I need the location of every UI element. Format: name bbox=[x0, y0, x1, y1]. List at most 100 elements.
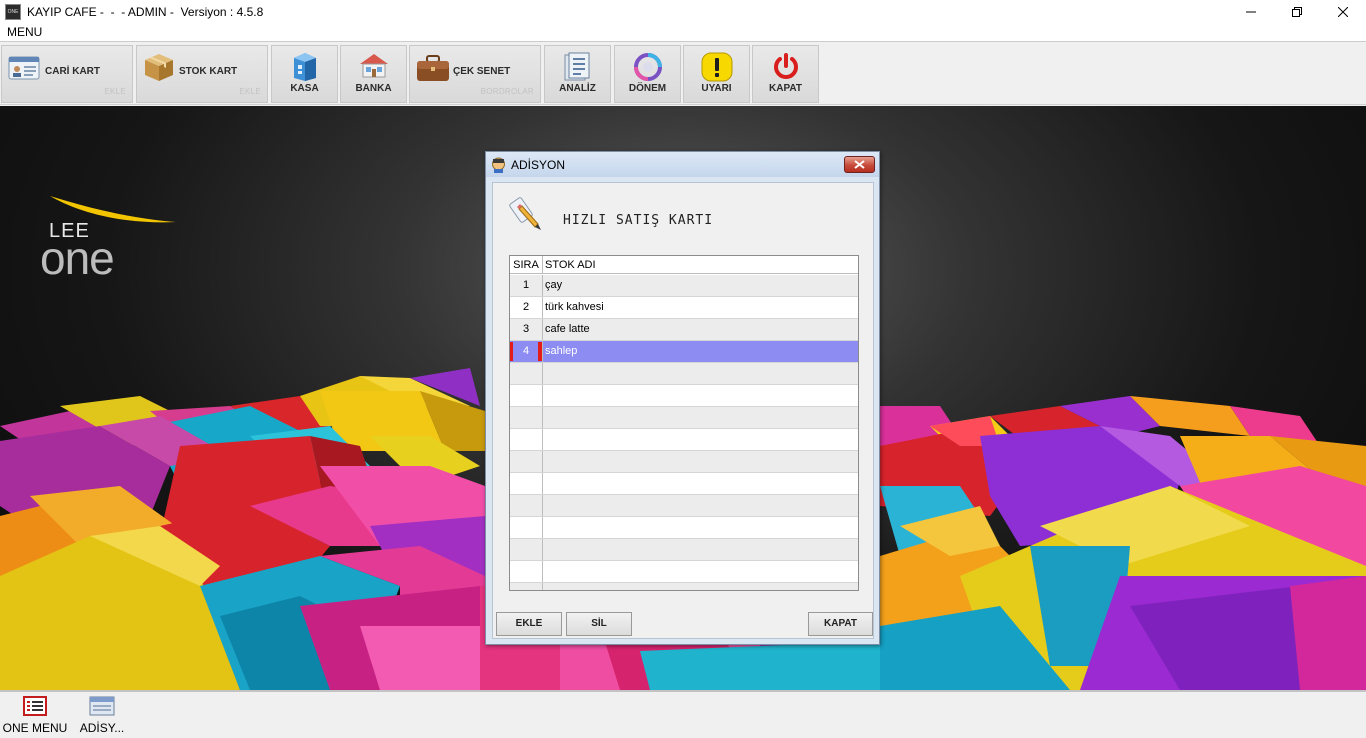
contact-card-icon bbox=[8, 56, 40, 80]
donem-label: DÖNEM bbox=[628, 83, 667, 94]
kasa-button[interactable]: KASA bbox=[271, 45, 338, 103]
row-sira bbox=[510, 539, 543, 560]
row-sira bbox=[510, 561, 543, 582]
empty-row[interactable] bbox=[510, 473, 858, 495]
row-sira: 1 bbox=[510, 275, 543, 296]
report-icon bbox=[564, 52, 589, 81]
one-menu-label: ONE MENU bbox=[2, 721, 68, 735]
briefcase-icon bbox=[417, 55, 449, 81]
dialog-title: ADİSYON bbox=[511, 158, 566, 172]
window-controls bbox=[1228, 0, 1366, 24]
empty-row[interactable] bbox=[510, 451, 858, 473]
column-header-sira[interactable]: SIRA bbox=[510, 256, 543, 274]
window-titlebar: ONE KAYIP CAFE - - - ADMIN - Versiyon : … bbox=[0, 0, 1366, 24]
row-sira bbox=[510, 451, 543, 472]
stock-grid[interactable]: SIRA STOK ADI 1 çay 2 türk kahvesi 3 caf… bbox=[509, 255, 859, 591]
row-sira bbox=[510, 583, 543, 590]
empty-row[interactable] bbox=[510, 517, 858, 539]
adisyon-launcher[interactable]: ADİSY... bbox=[76, 696, 128, 735]
empty-row[interactable] bbox=[510, 429, 858, 451]
cari-kart-sub: EKLE bbox=[104, 87, 126, 96]
window-title: KAYIP CAFE - - - ADMIN - Versiyon : 4.5.… bbox=[27, 5, 264, 19]
power-icon bbox=[773, 53, 798, 79]
close-window-button[interactable] bbox=[1320, 0, 1366, 24]
warning-icon bbox=[701, 52, 732, 82]
donem-button[interactable]: DÖNEM bbox=[614, 45, 681, 103]
empty-row[interactable] bbox=[510, 385, 858, 407]
analiz-button[interactable]: ANALİZ bbox=[544, 45, 611, 103]
cek-senet-sub: BORDROLAR bbox=[480, 87, 534, 96]
empty-row[interactable] bbox=[510, 583, 858, 590]
cari-kart-button[interactable]: CARİ KART EKLE bbox=[1, 45, 133, 103]
dialog-heading: HIZLI SATIŞ KARTI bbox=[563, 213, 714, 228]
table-row-selected[interactable]: 4 sahlep bbox=[510, 341, 858, 363]
stok-kart-button[interactable]: STOK KART EKLE bbox=[136, 45, 268, 103]
table-row[interactable]: 3 cafe latte bbox=[510, 319, 858, 341]
logo-one-text: one bbox=[40, 232, 115, 284]
restore-button[interactable] bbox=[1274, 0, 1320, 24]
row-sira bbox=[510, 407, 543, 428]
period-cycle-icon bbox=[633, 53, 662, 81]
row-sira bbox=[510, 473, 543, 494]
minimize-button[interactable] bbox=[1228, 0, 1274, 24]
kapat-button[interactable]: KAPAT bbox=[752, 45, 819, 103]
analiz-label: ANALİZ bbox=[559, 83, 596, 94]
cek-senet-button[interactable]: ÇEK SENET BORDROLAR bbox=[409, 45, 541, 103]
app-icon: ONE bbox=[5, 4, 21, 20]
uyari-button[interactable]: UYARI bbox=[683, 45, 750, 103]
stok-kart-sub: EKLE bbox=[239, 87, 261, 96]
cek-senet-label: ÇEK SENET bbox=[453, 66, 511, 77]
row-sira bbox=[510, 363, 543, 384]
banka-button[interactable]: BANKA bbox=[340, 45, 407, 103]
cash-register-icon bbox=[293, 53, 316, 81]
close-icon bbox=[1338, 7, 1348, 17]
cari-kart-label: CARİ KART bbox=[45, 66, 100, 77]
empty-row[interactable] bbox=[510, 407, 858, 429]
empty-row[interactable] bbox=[510, 539, 858, 561]
banka-label: BANKA bbox=[355, 83, 392, 94]
table-row[interactable]: 1 çay bbox=[510, 275, 858, 297]
row-stok-adi: cafe latte bbox=[545, 323, 590, 335]
row-sira bbox=[510, 385, 543, 406]
restore-icon bbox=[1292, 7, 1302, 17]
close-icon bbox=[854, 160, 865, 169]
window-icon bbox=[89, 696, 115, 716]
row-sira bbox=[510, 429, 543, 450]
row-sira: 3 bbox=[510, 319, 543, 340]
row-sira bbox=[510, 495, 543, 516]
row-sira: 2 bbox=[510, 297, 543, 318]
row-stok-adi: türk kahvesi bbox=[545, 301, 604, 313]
menu-item-menu[interactable]: MENU bbox=[7, 25, 42, 39]
empty-row[interactable] bbox=[510, 561, 858, 583]
grid-header: SIRA STOK ADI bbox=[510, 256, 858, 274]
dialog-content: HIZLI SATIŞ KARTI SIRA STOK ADI 1 çay 2 … bbox=[492, 182, 874, 639]
uyari-label: UYARI bbox=[701, 83, 732, 94]
minimize-icon bbox=[1246, 11, 1256, 13]
selection-marker bbox=[538, 342, 542, 361]
column-header-stok-adi[interactable]: STOK ADI bbox=[545, 256, 596, 274]
dialog-titlebar[interactable]: ADİSYON bbox=[486, 152, 879, 177]
pencil-icon bbox=[509, 197, 541, 230]
box-icon bbox=[145, 54, 173, 81]
adisyon-dialog: ADİSYON HIZLI SATIŞ KARTI SIRA STOK ADI … bbox=[485, 151, 880, 645]
adisyon-launcher-label: ADİSY... bbox=[79, 721, 125, 735]
stok-kart-label: STOK KART bbox=[179, 66, 238, 77]
menu-bar: MENU bbox=[0, 24, 1366, 42]
row-stok-adi: çay bbox=[545, 279, 563, 291]
menu-list-icon bbox=[23, 696, 47, 716]
empty-row[interactable] bbox=[510, 495, 858, 517]
ekle-button[interactable]: EKLE bbox=[496, 612, 562, 636]
row-sira bbox=[510, 517, 543, 538]
kasa-label: KASA bbox=[290, 83, 319, 94]
dialog-kapat-button[interactable]: KAPAT bbox=[808, 612, 873, 636]
main-toolbar: CARİ KART EKLE STOK KART EKLE KASA BANKA… bbox=[0, 43, 1366, 105]
empty-row[interactable] bbox=[510, 363, 858, 385]
sil-button[interactable]: SİL bbox=[566, 612, 632, 636]
dialog-close-button[interactable] bbox=[844, 156, 875, 173]
one-menu-launcher[interactable]: ONE MENU bbox=[2, 696, 68, 735]
table-row[interactable]: 2 türk kahvesi bbox=[510, 297, 858, 319]
adisyon-icon bbox=[492, 157, 505, 173]
bottom-launcher: ONE MENU ADİSY... bbox=[0, 690, 1366, 738]
row-stok-adi: sahlep bbox=[545, 345, 578, 357]
bank-icon bbox=[359, 54, 388, 78]
